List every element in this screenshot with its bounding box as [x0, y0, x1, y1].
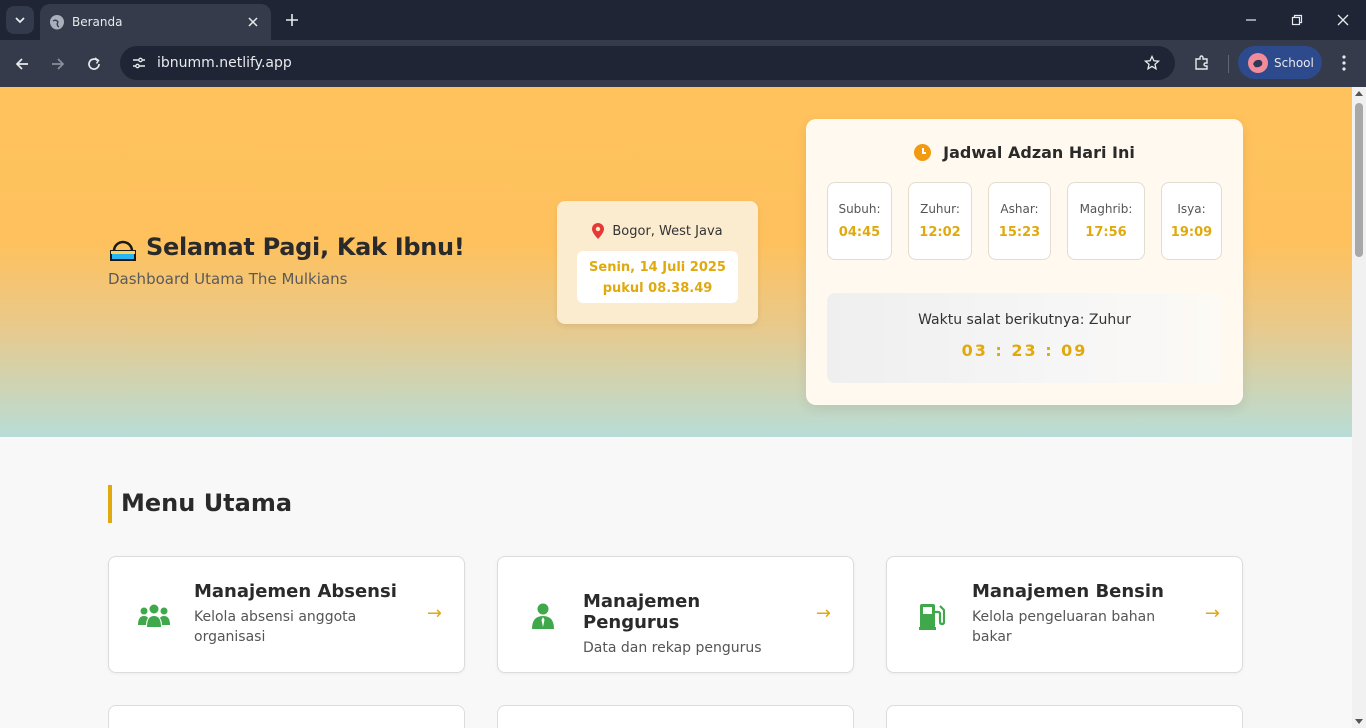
menu-description: Kelola pengeluaran bahan bakar	[972, 609, 1156, 645]
prayer-time: 15:23	[998, 225, 1041, 240]
prayer-box-maghrib: Maghrib: 17:56	[1067, 182, 1145, 260]
greeting-row: Selamat Pagi, Kak Ibnu!	[108, 233, 465, 261]
next-prayer-box: Waktu salat berikutnya: Zuhur 03 : 23 : …	[827, 293, 1222, 383]
prayer-box-subuh: Subuh: 04:45	[827, 182, 892, 260]
profile-label: School	[1274, 55, 1314, 70]
location-row: Bogor, West Java	[557, 223, 758, 239]
prayer-time: 04:45	[838, 225, 881, 240]
sunrise-icon	[108, 233, 138, 261]
page-viewport: Selamat Pagi, Kak Ibnu! Dashboard Utama …	[0, 87, 1352, 728]
clock-icon	[914, 144, 932, 161]
site-info-button[interactable]	[128, 52, 150, 74]
hero-section: Selamat Pagi, Kak Ibnu! Dashboard Utama …	[0, 87, 1352, 437]
menu-title: Manajemen Pengurus	[583, 591, 701, 633]
url-text: ibnumm.netlify.app	[157, 55, 292, 71]
globe-icon	[50, 15, 64, 30]
prayer-time: 17:56	[1085, 225, 1127, 240]
adzan-title: Jadwal Adzan Hari Ini	[943, 143, 1135, 162]
menu-title: Manajemen Bensin	[972, 581, 1164, 602]
prayer-name: Isya:	[1177, 202, 1206, 216]
menu-text: Manajemen Bensin Kelola pengeluaran baha…	[972, 581, 1187, 647]
prayer-name: Maghrib:	[1079, 202, 1133, 216]
tab-close-button[interactable]	[243, 12, 263, 32]
window-close-button[interactable]	[1328, 6, 1358, 34]
close-icon	[1337, 14, 1349, 26]
restore-icon	[1291, 14, 1303, 26]
menu-text: Manajemen Pengurus Data dan rekap pengur…	[583, 591, 798, 658]
minimize-icon	[1246, 19, 1256, 21]
datetime-box: Senin, 14 Juli 2025 pukul 08.38.49	[577, 251, 738, 303]
scrollbar-thumb[interactable]	[1355, 103, 1363, 257]
arrow-right-icon: →	[426, 603, 442, 624]
location-text: Bogor, West Java	[612, 223, 723, 239]
new-tab-button[interactable]	[280, 8, 304, 32]
menu-card-absensi[interactable]: Manajemen Absensi Kelola absensi anggota…	[108, 556, 465, 673]
restore-button[interactable]	[1282, 6, 1312, 34]
reload-button[interactable]	[80, 50, 108, 78]
prayer-box-isya: Isya: 19:09	[1161, 182, 1222, 260]
arrow-right-icon: →	[815, 603, 831, 624]
countdown-timer: 03 : 23 : 09	[961, 341, 1088, 360]
prayer-box-ashar: Ashar: 15:23	[988, 182, 1051, 260]
menu-card-bensin[interactable]: Manajemen Bensin Kelola pengeluaran baha…	[886, 556, 1243, 673]
avatar	[1248, 52, 1268, 73]
menu-text: Manajemen Absensi Kelola absensi anggota…	[194, 581, 409, 647]
bookmark-button[interactable]	[1141, 52, 1163, 74]
person-tie-icon	[526, 557, 560, 674]
profile-button[interactable]: School	[1238, 46, 1322, 79]
users-icon	[137, 557, 171, 674]
section-title: Menu Utama	[108, 485, 292, 523]
adzan-schedule-card: Jadwal Adzan Hari Ini Subuh: 04:45 Zuhur…	[806, 119, 1243, 405]
browser-toolbar: ibnumm.netlify.app School	[0, 40, 1366, 87]
prayer-time: 19:09	[1170, 225, 1213, 240]
browser-tab-strip: Beranda	[0, 0, 1366, 40]
prayer-name: Zuhur:	[920, 202, 960, 216]
adzan-header: Jadwal Adzan Hari Ini	[806, 143, 1243, 162]
tab-title: Beranda	[72, 15, 123, 29]
prayer-time: 12:02	[919, 225, 961, 240]
location-card: Bogor, West Java Senin, 14 Juli 2025 puk…	[557, 201, 758, 324]
tab-search-button[interactable]	[6, 6, 34, 34]
map-pin-icon	[592, 223, 605, 239]
scroll-down-arrow-icon[interactable]	[1355, 719, 1363, 724]
gas-pump-icon	[915, 557, 949, 674]
puzzle-icon	[1195, 55, 1208, 70]
menu-card-pengurus[interactable]: Manajemen Pengurus Data dan rekap pengur…	[497, 556, 854, 673]
browser-menu-button[interactable]	[1332, 50, 1356, 76]
close-icon	[248, 17, 258, 27]
menu-title: Manajemen Absensi	[194, 581, 397, 602]
plus-icon	[286, 14, 298, 26]
reload-icon	[88, 57, 100, 70]
menu-card-partial[interactable]	[497, 705, 854, 728]
menu-description: Kelola absensi anggota organisasi	[194, 609, 357, 645]
tab-beranda[interactable]: Beranda	[40, 4, 271, 40]
time-text: pukul 08.38.49	[602, 281, 713, 296]
chevron-down-icon	[15, 17, 25, 24]
prayer-box-zuhur: Zuhur: 12:02	[908, 182, 972, 260]
prayer-name: Ashar:	[1000, 202, 1039, 216]
forward-button[interactable]	[44, 50, 72, 78]
star-icon	[1144, 55, 1160, 71]
page-scrollbar[interactable]	[1352, 87, 1366, 728]
dashboard-subtitle: Dashboard Utama The Mulkians	[108, 270, 348, 288]
arrow-right-icon: →	[1204, 603, 1220, 624]
address-bar[interactable]: ibnumm.netlify.app	[120, 46, 1175, 80]
extensions-button[interactable]	[1189, 50, 1215, 76]
menu-description: Data dan rekap pengurus	[583, 640, 762, 656]
kebab-menu-icon	[1342, 55, 1346, 71]
next-prayer-label: Waktu salat berikutnya: Zuhur	[918, 312, 1131, 328]
scroll-up-arrow-icon[interactable]	[1355, 91, 1363, 96]
back-button[interactable]	[8, 50, 36, 78]
minimize-button[interactable]	[1236, 6, 1266, 34]
arrow-right-icon	[52, 58, 65, 70]
prayer-name: Subuh:	[838, 202, 881, 216]
toolbar-divider	[1228, 55, 1229, 73]
greeting-title: Selamat Pagi, Kak Ibnu!	[146, 233, 465, 261]
tune-icon	[133, 57, 145, 69]
date-text: Senin, 14 Juli 2025	[589, 260, 726, 275]
menu-card-partial[interactable]	[108, 705, 465, 728]
menu-card-partial[interactable]	[886, 705, 1243, 728]
arrow-left-icon	[15, 58, 28, 70]
